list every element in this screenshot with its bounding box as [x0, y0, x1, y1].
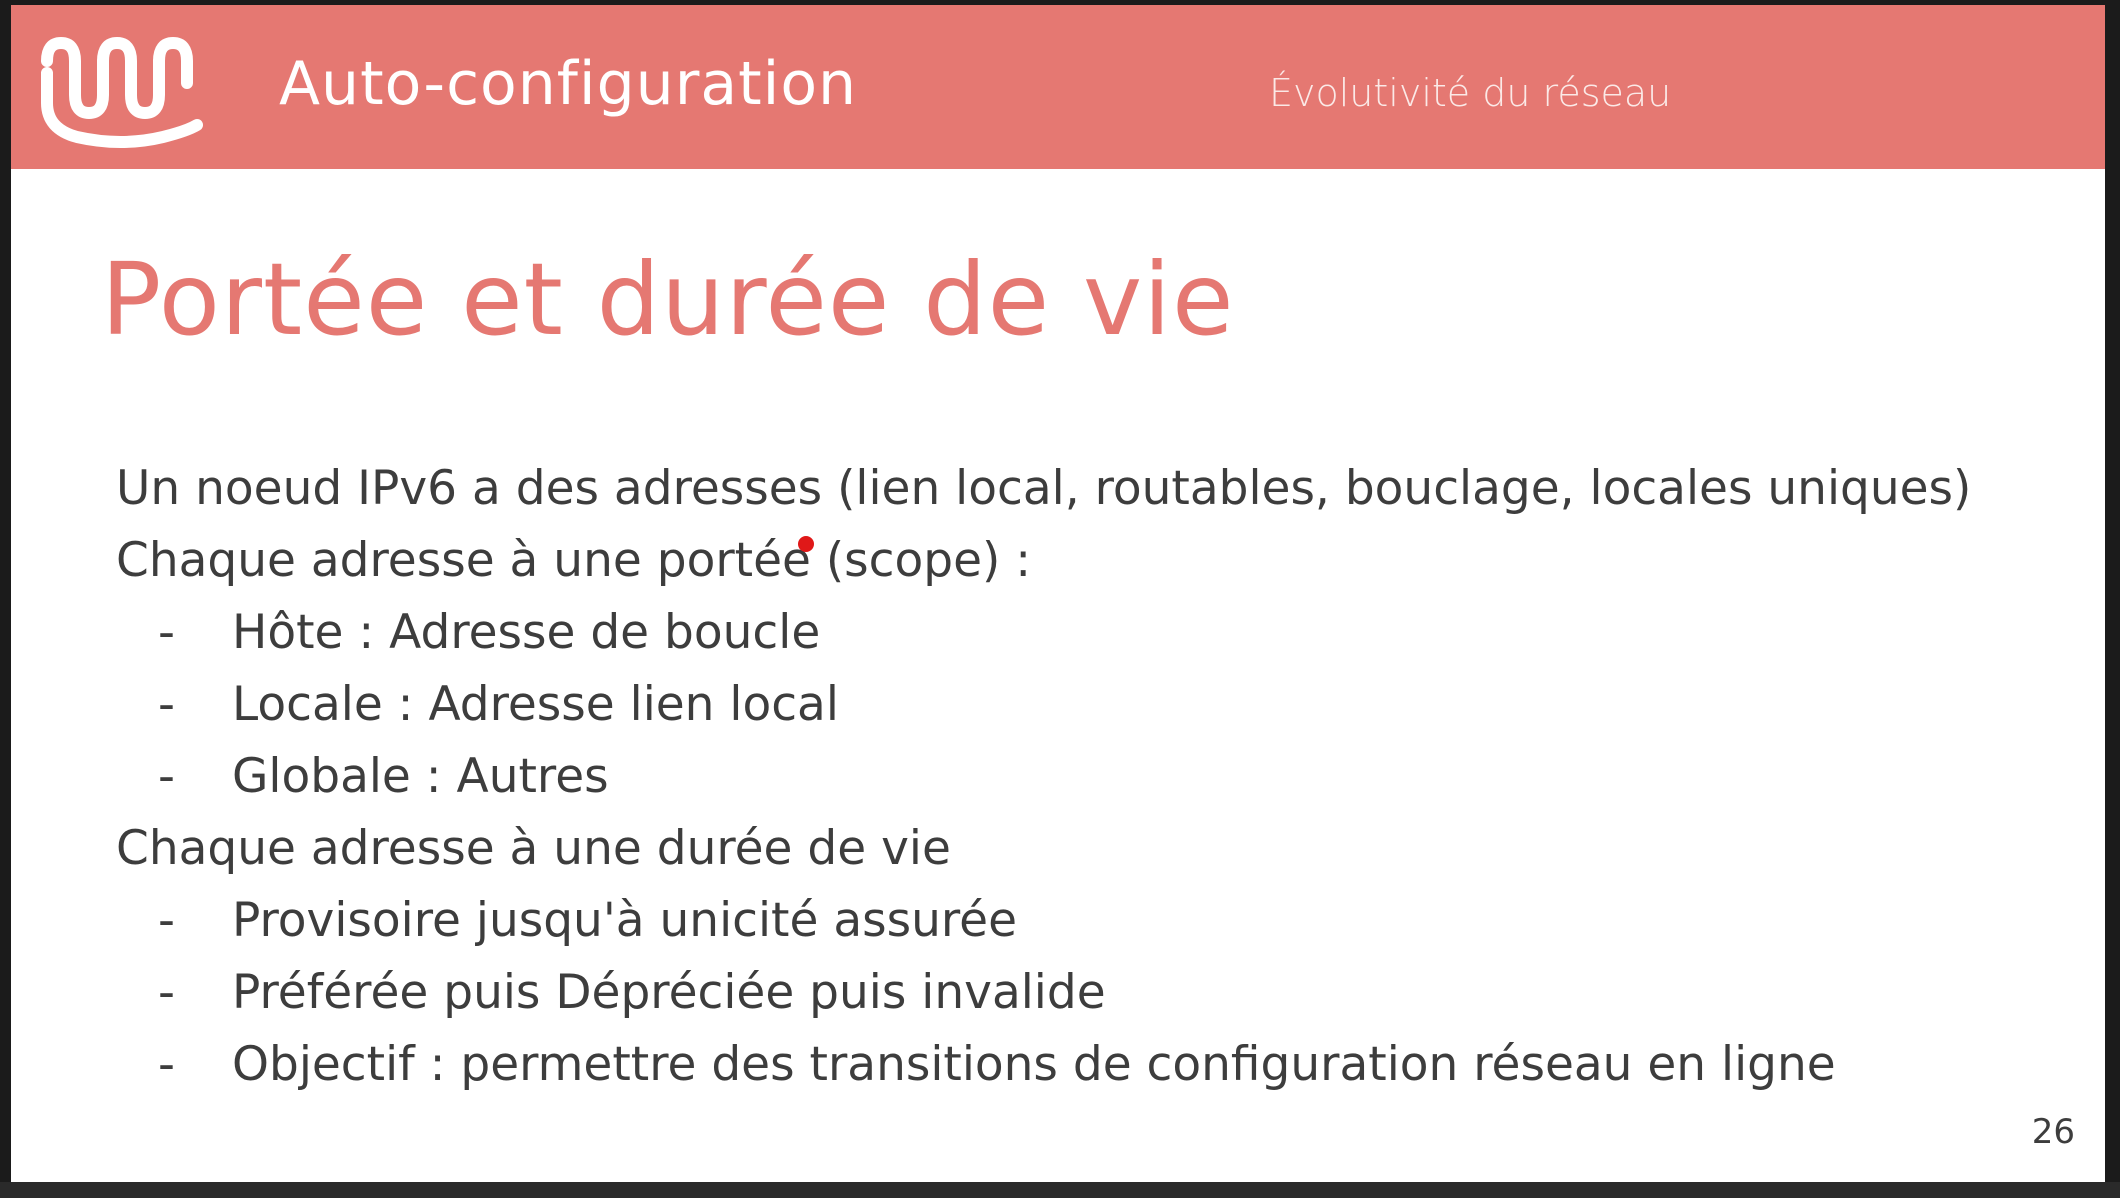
list-item-text: Objectif : permettre des transitions de … — [232, 1037, 1836, 1092]
bullet-dash: - — [158, 677, 175, 732]
slide-title: Portée et durée de vie — [101, 241, 1235, 358]
slide-body: Un noeud IPv6 a des adresses (lien local… — [116, 453, 2076, 1101]
laser-pointer-dot — [798, 536, 814, 552]
list-item: - Locale : Adresse lien local — [116, 669, 2076, 741]
slide-header: Auto-configuration Évolutivité du réseau — [11, 5, 2105, 169]
list-item: - Provisoire jusqu'à unicité assurée — [116, 885, 2076, 957]
list-item-text: Globale : Autres — [232, 749, 609, 804]
bullet-dash: - — [158, 893, 175, 948]
body-line: Chaque adresse à une durée de vie — [116, 821, 951, 876]
list-item-text: Provisoire jusqu'à unicité assurée — [232, 893, 1018, 948]
bullet-dash: - — [158, 749, 175, 804]
bullet-dash: - — [158, 965, 175, 1020]
window-bottom-edge — [0, 1182, 2120, 1198]
list-item: - Hôte : Adresse de boucle — [116, 597, 2076, 669]
list-item: - Globale : Autres — [116, 741, 2076, 813]
chapter-subtitle: Évolutivité du réseau — [1269, 71, 1672, 115]
bullet-dash: - — [158, 605, 175, 660]
body-line: Chaque adresse à une portée (scope) : — [116, 533, 1032, 588]
page-number: 26 — [2031, 1112, 2075, 1152]
list-item: - Objectif : permettre des transitions d… — [116, 1029, 2076, 1101]
list-item-text: Préférée puis Dépréciée puis invalide — [232, 965, 1106, 1020]
section-title: Auto-configuration — [279, 49, 858, 119]
list-item-text: Locale : Adresse lien local — [232, 677, 839, 732]
body-line: Un noeud IPv6 a des adresses (lien local… — [116, 461, 1972, 516]
wave-logo-icon — [41, 37, 203, 148]
list-item: - Préférée puis Dépréciée puis invalide — [116, 957, 2076, 1029]
presentation-slide: Auto-configuration Évolutivité du réseau… — [11, 5, 2105, 1182]
screen: Auto-configuration Évolutivité du réseau… — [0, 0, 2120, 1198]
list-item-text: Hôte : Adresse de boucle — [232, 605, 821, 660]
bullet-dash: - — [158, 1037, 175, 1092]
